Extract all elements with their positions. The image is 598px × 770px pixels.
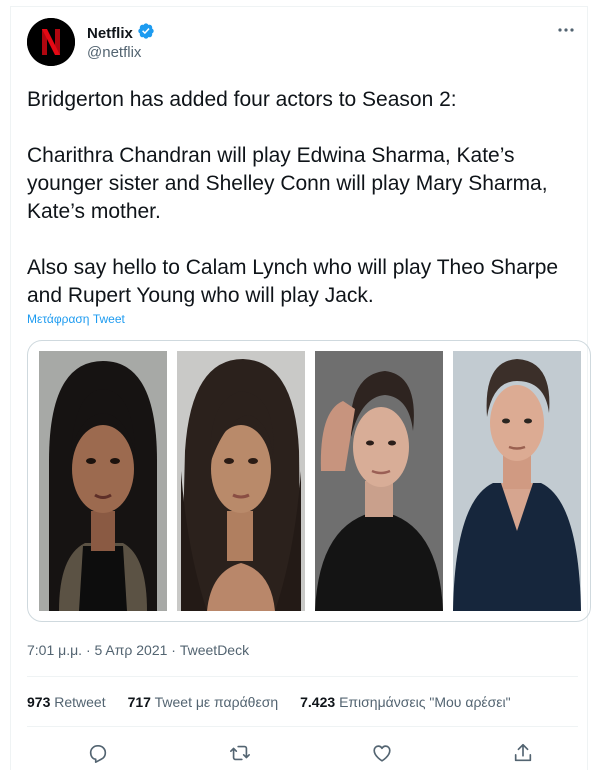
divider-top [27,676,578,677]
reply-icon [89,745,107,763]
retweets-label: Retweet [54,694,106,710]
actor-photo-2[interactable] [177,351,305,611]
actor-photo-1[interactable] [39,351,167,611]
quotes-count: 717 [127,694,151,710]
author-display-name[interactable]: Netflix [87,25,133,42]
tweet-stats: 973 Retweet 717 Tweet με παράθεση 7.423 … [27,694,511,710]
retweets-stat[interactable]: 973 Retweet [27,694,106,710]
actor-photo-4[interactable] [453,351,581,611]
avatar[interactable] [27,18,75,66]
tweet-actions-bar [0,740,598,766]
like-button[interactable] [369,740,395,766]
share-button[interactable] [510,740,536,766]
author-handle[interactable]: @netflix [87,44,141,61]
verified-badge-icon [137,22,155,45]
source-link[interactable]: TweetDeck [180,642,249,658]
retweet-button[interactable] [227,740,253,766]
frame-top-border [10,6,588,7]
likes-stat[interactable]: 7.423 Επισημάνσεις "Μου αρέσει" [300,694,511,710]
more-dots-icon [558,28,574,32]
reply-button[interactable] [85,740,111,766]
share-icon [514,743,532,762]
tweet-media-grid[interactable] [27,340,591,622]
netflix-logo-icon [27,18,75,66]
likes-label: Επισημάνσεις "Μου αρέσει" [339,694,511,710]
actor-photo-3[interactable] [315,351,443,611]
translate-tweet-link[interactable]: Μετάφραση Tweet [27,312,125,326]
quotes-label: Tweet με παράθεση [154,694,279,710]
author-name-row: Netflix [87,22,155,45]
divider-bottom [27,726,578,727]
quotes-stat[interactable]: 717 Tweet με παράθεση [128,694,279,710]
more-options-button[interactable] [556,22,576,38]
tweet-text: Bridgerton has added four actors to Seas… [27,88,559,307]
timestamp-text[interactable]: 7:01 μ.μ. · 5 Απρ 2021 · [27,642,180,658]
tweet-timestamp: 7:01 μ.μ. · 5 Απρ 2021 · TweetDeck [27,642,249,658]
likes-count: 7.423 [300,694,336,710]
frame-left-border [10,6,11,770]
like-icon [373,745,391,762]
retweet-icon [230,745,250,761]
retweets-count: 973 [27,694,51,710]
